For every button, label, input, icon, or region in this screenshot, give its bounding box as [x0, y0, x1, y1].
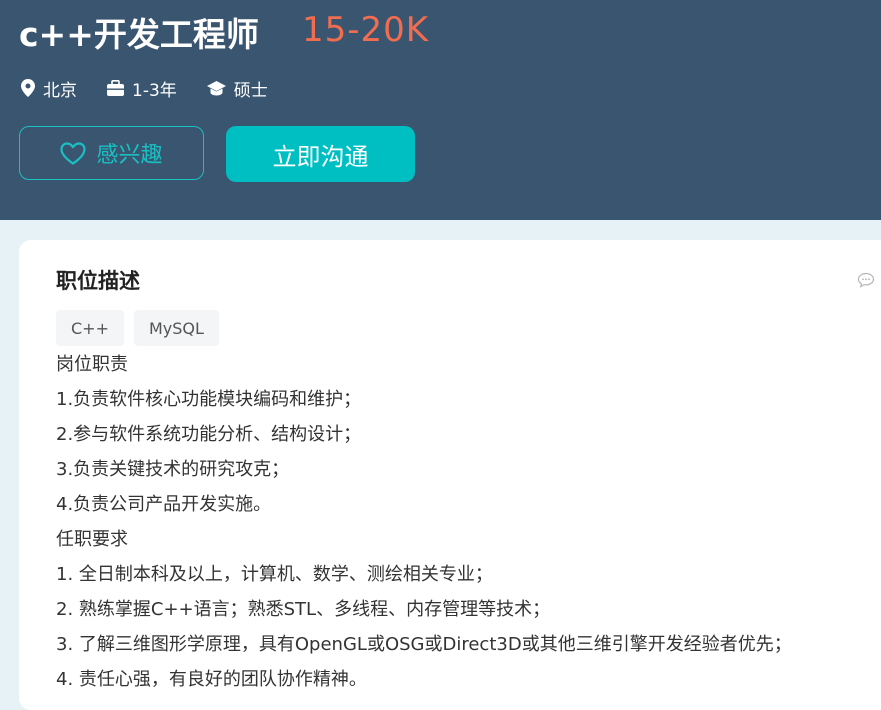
meta-experience: 1-3年: [107, 76, 177, 101]
description-heading-requirements: 任职要求: [56, 529, 128, 550]
meta-degree: 硕士: [206, 76, 268, 101]
map-pin-icon: [21, 79, 35, 97]
interest-button[interactable]: 感兴趣: [19, 126, 204, 180]
description-line: 3.负责关键技术的研究攻克；: [56, 459, 290, 480]
skill-tags: C++ MySQL: [56, 310, 229, 346]
section-title: 职位描述: [56, 269, 140, 293]
degree-text: 硕士: [233, 80, 268, 101]
job-meta: 北京 1-3年 硕士: [21, 75, 298, 101]
skill-tag[interactable]: MySQL: [133, 310, 219, 346]
chat-now-button[interactable]: 立即沟通: [226, 126, 415, 182]
job-header: c++开发工程师 15-20K 北京 1-3年 硕士 感兴趣 立即沟通: [0, 0, 881, 220]
description-line: 1. 全日制本科及以上，计算机、数学、测绘相关专业；: [56, 564, 493, 585]
location-text: 北京: [43, 80, 77, 101]
job-title: c++开发工程师: [19, 15, 259, 54]
chat-bubble-icon[interactable]: [857, 272, 875, 288]
salary: 15-20K: [302, 10, 430, 50]
skill-tag[interactable]: C++: [56, 310, 124, 346]
description-line: 2. 熟练掌握C++语言；熟悉STL、多线程、内存管理等技术；: [56, 599, 551, 620]
description-line: 3. 了解三维图形学原理，具有OpenGL或OSG或Direct3D或其他三维引…: [56, 634, 792, 655]
experience-text: 1-3年: [132, 80, 177, 101]
interest-label: 感兴趣: [96, 143, 163, 168]
job-description-card: 职位描述 C++ MySQL 岗位职责 1.负责软件核心功能模块编码和维护； 2…: [19, 240, 881, 710]
description-body: 岗位职责 1.负责软件核心功能模块编码和维护； 2.参与软件系统功能分析、结构设…: [56, 347, 792, 697]
chat-label: 立即沟通: [272, 142, 369, 171]
description-line: 4. 责任心强，有良好的团队协作精神。: [56, 669, 367, 690]
description-line: 1.负责软件核心功能模块编码和维护；: [56, 389, 362, 410]
description-heading-duties: 岗位职责: [56, 354, 128, 375]
description-line: 4.负责公司产品开发实施。: [56, 494, 272, 515]
graduation-cap-icon: [206, 81, 226, 96]
meta-location: 北京: [21, 76, 77, 101]
briefcase-icon: [107, 80, 124, 96]
description-line: 2.参与软件系统功能分析、结构设计；: [56, 424, 362, 445]
heart-icon: [60, 141, 87, 165]
